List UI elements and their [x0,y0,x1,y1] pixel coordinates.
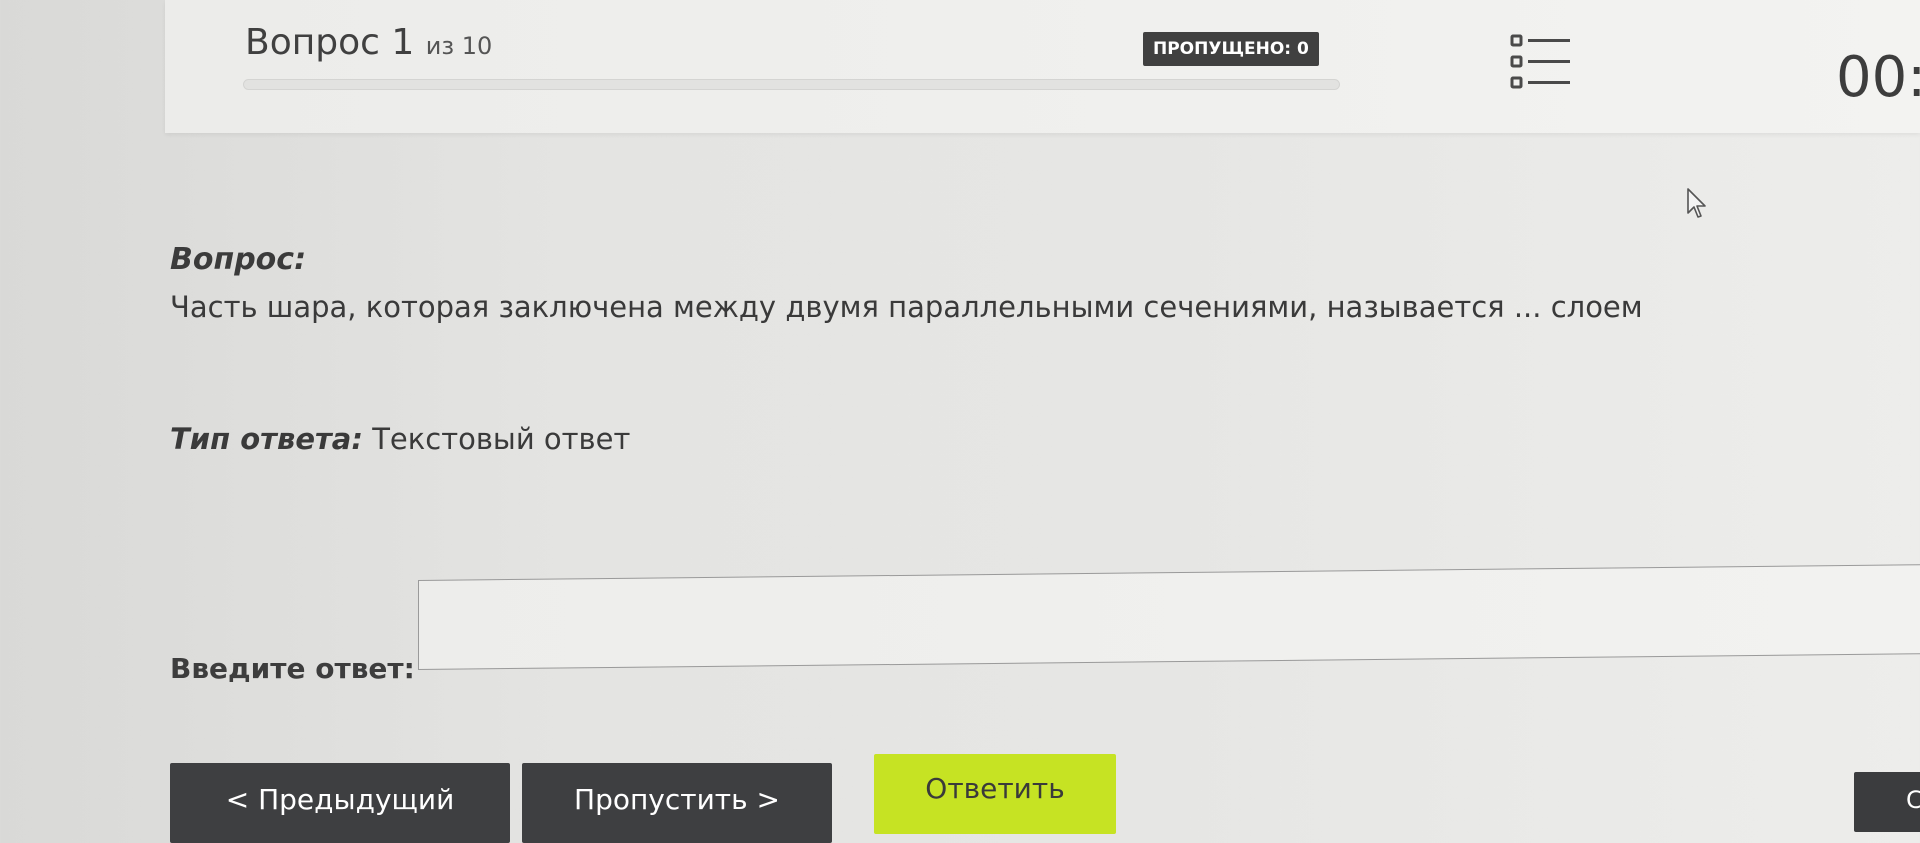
mouse-cursor-icon [1686,187,1708,221]
answer-type-value: Текстовый ответ [372,422,631,456]
timer: 00: [1836,45,1920,110]
answer-button[interactable]: Ответить [874,754,1116,834]
answer-input[interactable] [418,564,1920,670]
partial-edge-button[interactable]: С [1854,772,1920,832]
header-bar [165,0,1920,133]
question-total: из 10 [425,32,493,60]
skipped-badge: ПРОПУЩЕНО: 0 [1143,32,1319,66]
progress-bar [243,79,1340,90]
skip-button[interactable]: Пропустить > [522,763,832,843]
answer-input-label: Введите ответ: [170,652,415,685]
question-counter: Вопрос 1 из 10 [245,22,492,63]
answer-type: Тип ответа: Текстовый ответ [170,422,630,456]
question-number: Вопрос 1 [245,22,415,63]
question-text: Часть шара, которая заключена между двум… [170,290,1643,324]
question-label: Вопрос: [170,242,307,277]
previous-button[interactable]: < Предыдущий [170,763,510,843]
list-icon[interactable] [1510,33,1572,91]
answer-type-label: Тип ответа: [170,422,363,456]
